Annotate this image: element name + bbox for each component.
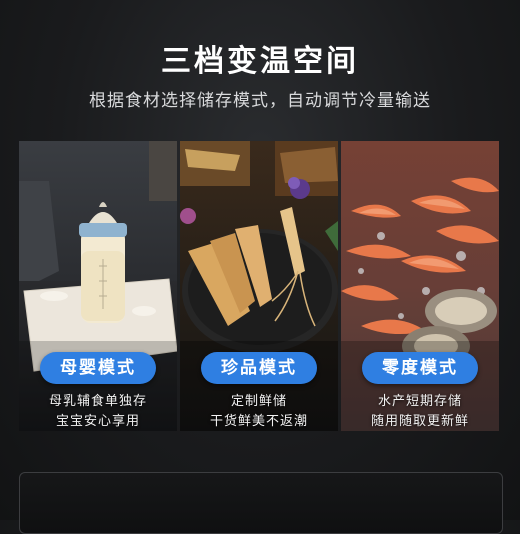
page-title: 三档变温空间	[161, 44, 359, 79]
mode-card-treasure: 珍品模式 定制鲜储 干货鲜美不返潮	[180, 141, 338, 431]
mode-desc-treasure-2: 干货鲜美不返潮	[209, 414, 308, 429]
mode-badge-zero[interactable]: 零度模式	[362, 352, 478, 384]
mode-desc-baby-2: 宝宝安心享用	[55, 414, 140, 429]
mode-desc-zero-2: 随用随取更新鲜	[370, 414, 469, 429]
mode-desc-baby-1: 母乳辅食单独存	[48, 394, 147, 409]
mode-badge-treasure[interactable]: 珍品模式	[201, 352, 317, 384]
next-section-panel	[19, 472, 503, 534]
seafood-image	[341, 141, 499, 431]
mode-desc-treasure-1: 定制鲜储	[230, 394, 287, 409]
mode-desc-zero-1: 水产短期存储	[377, 394, 462, 409]
mode-card-baby: 母婴模式 母乳辅食单独存 宝宝安心享用	[19, 141, 177, 431]
baby-bottle-image	[19, 141, 177, 431]
mode-card-zero: 零度模式 水产短期存储 随用随取更新鲜	[341, 141, 499, 431]
header: 三档变温空间 根据食材选择储存模式，自动调节冷量输送	[0, 0, 520, 140]
mode-badge-baby[interactable]: 母婴模式	[40, 352, 156, 384]
ginseng-image	[180, 141, 338, 431]
mode-panels: 母婴模式 母乳辅食单独存 宝宝安心享用 珍品模式 定制鲜储 干货鲜美不返潮 零度…	[19, 141, 499, 431]
page-subtitle: 根据食材选择储存模式，自动调节冷量输送	[89, 91, 431, 111]
